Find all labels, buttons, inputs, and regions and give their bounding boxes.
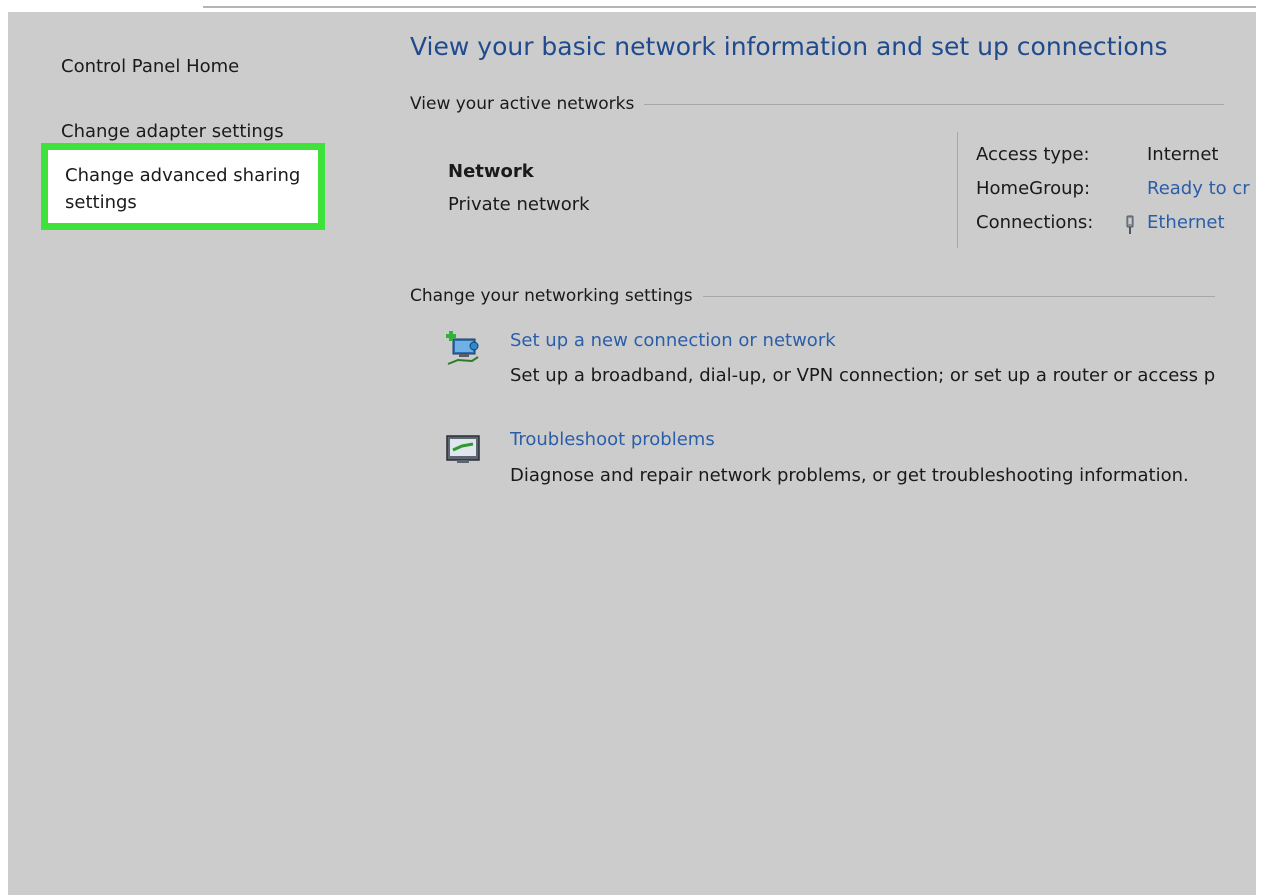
- troubleshoot-problems-link[interactable]: Troubleshoot problems: [510, 429, 715, 450]
- change-settings-heading-text: Change your networking settings: [410, 286, 693, 306]
- setup-new-connection-link[interactable]: Set up a new connection or network: [510, 330, 836, 351]
- page-title: View your basic network information and …: [410, 32, 1168, 61]
- screen: Control Panel Home Change adapter settin…: [0, 0, 1269, 895]
- homegroup-link[interactable]: Ready to cr: [1147, 178, 1250, 199]
- top-border-line: [203, 6, 1256, 8]
- connections-label: Connections:: [976, 212, 1094, 233]
- network-name: Network: [448, 161, 534, 182]
- network-sharing-center-window: Control Panel Home Change adapter settin…: [8, 6, 1256, 895]
- active-networks-heading-text: View your active networks: [410, 94, 635, 114]
- change-settings-heading: Change your networking settings: [410, 286, 1215, 306]
- access-type-value: Internet: [1147, 144, 1219, 165]
- new-connection-icon: [446, 331, 479, 365]
- section-divider: [702, 295, 1215, 297]
- change-advanced-sharing-settings-link[interactable]: Change advanced sharing settings: [65, 162, 325, 216]
- network-divider: [957, 132, 958, 248]
- network-type: Private network: [448, 194, 590, 215]
- setup-new-connection-description: Set up a broadband, dial-up, or VPN conn…: [510, 365, 1216, 386]
- top-border: [8, 6, 1256, 12]
- section-divider: [644, 103, 1225, 105]
- active-networks-heading: View your active networks: [410, 94, 1225, 114]
- control-panel-home-link[interactable]: Control Panel Home: [61, 53, 239, 80]
- ethernet-link[interactable]: Ethernet: [1147, 212, 1225, 233]
- troubleshoot-problems-description: Diagnose and repair network problems, or…: [510, 465, 1189, 486]
- highlight-box: Change advanced sharing settings: [41, 143, 325, 230]
- ethernet-icon: [1126, 215, 1134, 234]
- troubleshoot-icon: [446, 435, 480, 463]
- homegroup-label: HomeGroup:: [976, 178, 1091, 199]
- change-adapter-settings-link[interactable]: Change adapter settings: [61, 118, 284, 145]
- access-type-label: Access type:: [976, 144, 1090, 165]
